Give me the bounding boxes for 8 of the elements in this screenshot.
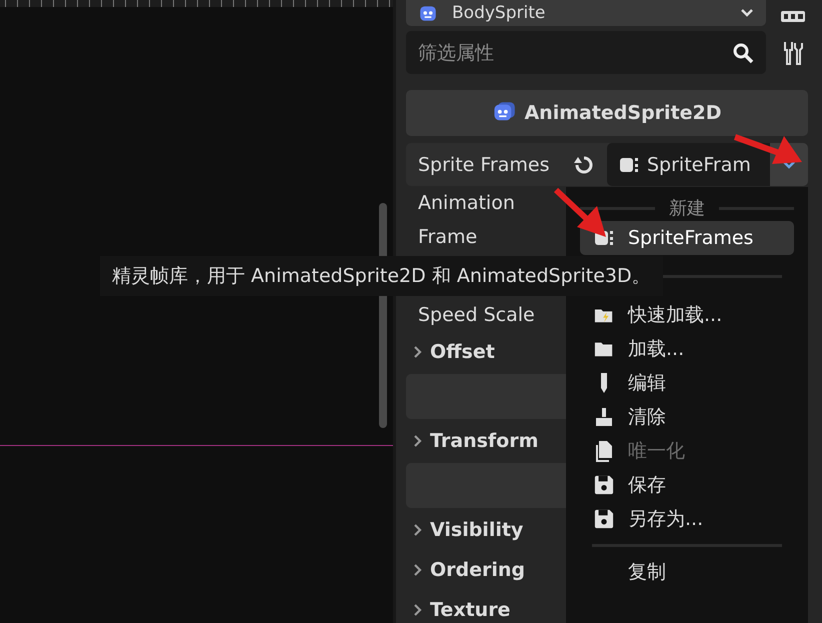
property-label: Speed Scale	[418, 304, 535, 326]
tooltip: 精灵帧库，用于 AnimatedSprite2D 和 AnimatedSprite3D。	[100, 256, 663, 296]
property-label: Sprite Frames	[418, 154, 550, 176]
property-label: Frame	[418, 226, 478, 248]
property-label: Animation	[418, 192, 515, 214]
menu-header: 新建	[669, 197, 705, 220]
class-header: AnimatedSprite2D	[406, 90, 808, 136]
resource-value: SpriteFram	[647, 154, 751, 176]
